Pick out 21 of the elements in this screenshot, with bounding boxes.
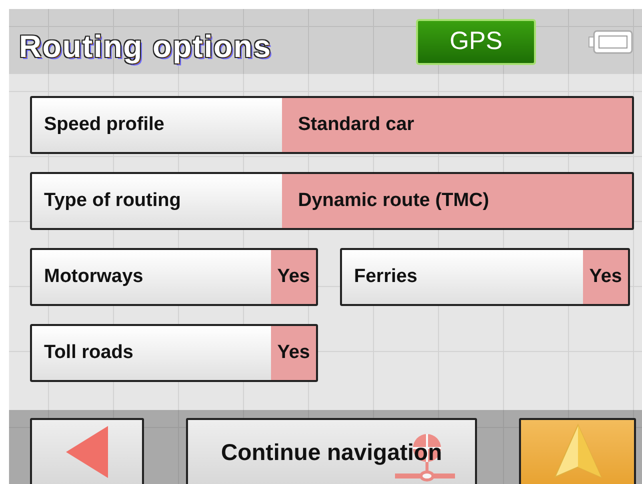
option-value: Yes <box>583 250 628 304</box>
option-button[interactable]: Ferries Yes <box>340 248 630 306</box>
option-value: Yes <box>271 250 316 304</box>
continue-navigation-button[interactable]: Continue navigation <box>186 418 477 484</box>
option-label: Motorways <box>43 265 144 289</box>
option-button[interactable]: Motorways Yes <box>30 248 318 306</box>
option-button[interactable]: Type of routing Dynamic route (TMC) <box>30 172 634 230</box>
option-value: Yes <box>271 326 316 380</box>
option-label: Toll roads <box>43 341 134 365</box>
option-label: Type of routing <box>43 189 182 213</box>
option-label: Speed profile <box>43 113 166 137</box>
navigation-button[interactable] <box>519 418 636 484</box>
gps-indicator: GPS <box>416 18 536 64</box>
option-label: Ferries <box>353 265 418 289</box>
option-value: Standard car <box>282 98 632 152</box>
back-button[interactable] <box>30 418 144 484</box>
battery-icon <box>588 28 634 54</box>
option-value: Dynamic route (TMC) <box>282 174 632 228</box>
option-button[interactable]: Toll roads Yes <box>30 324 318 382</box>
option-button[interactable]: Speed profile Standard car <box>30 96 634 154</box>
screen-title: Routing options <box>19 28 272 64</box>
